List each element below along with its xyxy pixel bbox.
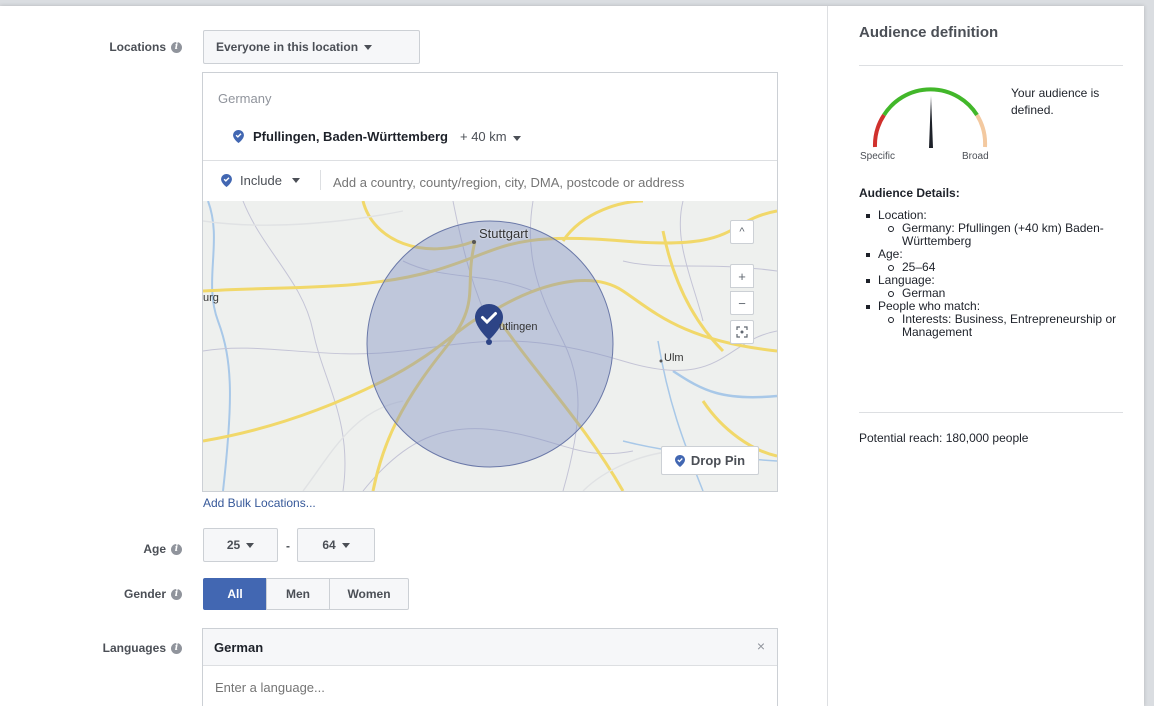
- audience-status: Your audience is defined.: [1011, 86, 1100, 117]
- languages-box: German ×: [202, 628, 778, 706]
- audience-details-title: Audience Details:: [859, 186, 960, 200]
- chevron-down-icon: [246, 542, 255, 548]
- gender-women-button[interactable]: Women: [329, 578, 409, 610]
- map-label-left-city: urg: [203, 292, 219, 304]
- age-label: Age i: [143, 542, 182, 556]
- divider: [859, 412, 1123, 413]
- zoom-in-button[interactable]: +: [730, 264, 754, 288]
- info-icon[interactable]: i: [171, 543, 182, 555]
- age-min-dropdown[interactable]: 25: [203, 528, 278, 562]
- location-entry[interactable]: Pfullingen, Baden-Württemberg + 40 km: [233, 129, 521, 144]
- location-type-dropdown[interactable]: Everyone in this location: [203, 30, 420, 64]
- gender-label: Gender i: [124, 587, 182, 601]
- add-bulk-locations-link[interactable]: Add Bulk Locations...: [203, 496, 316, 510]
- gauge-left-label: Specific: [860, 151, 896, 162]
- location-pin-icon: [674, 454, 685, 467]
- minus-icon: −: [738, 295, 746, 311]
- map-label-stuttgart: Stuttgart: [479, 226, 529, 241]
- audience-gauge-icon: [872, 87, 988, 148]
- languages-label: Languages i: [103, 641, 182, 655]
- chevron-up-icon: ^: [739, 226, 745, 238]
- language-token: German ×: [203, 629, 777, 666]
- recenter-button[interactable]: [730, 320, 754, 344]
- divider: [203, 160, 777, 161]
- recenter-icon: [736, 326, 748, 338]
- chevron-down-icon: [341, 542, 350, 548]
- country-label: Germany: [218, 91, 272, 106]
- zoom-out-button[interactable]: −: [730, 291, 754, 315]
- locations-label: Locations i: [109, 40, 182, 54]
- chevron-down-icon: [291, 178, 300, 183]
- map[interactable]: Stuttgart utlingen Ulm urg ^ + − Drop Pi…: [203, 201, 777, 491]
- gender-men-button[interactable]: Men: [266, 578, 330, 610]
- plus-icon: +: [738, 268, 746, 284]
- radius-dropdown[interactable]: + 40 km: [460, 129, 521, 144]
- age-max-dropdown[interactable]: 64: [297, 528, 375, 562]
- gender-all-button[interactable]: All: [203, 578, 267, 610]
- location-search-input[interactable]: [331, 169, 765, 195]
- audience-details-list: Location: Germany: Pfullingen (+40 km) B…: [866, 209, 1136, 339]
- include-dropdown[interactable]: Include: [221, 173, 300, 188]
- sidebar-title: Audience definition: [859, 24, 999, 41]
- ad-audience-panel: Locations i Everyone in this location Ge…: [0, 6, 1144, 706]
- chevron-down-icon: [512, 136, 521, 141]
- gauge-right-label: Broad: [962, 151, 989, 162]
- map-collapse-button[interactable]: ^: [730, 220, 754, 244]
- drop-pin-button[interactable]: Drop Pin: [661, 446, 759, 475]
- info-icon[interactable]: i: [171, 642, 182, 654]
- map-label-ulm: Ulm: [664, 352, 684, 364]
- potential-reach: Potential reach: 180,000 people: [859, 431, 1029, 445]
- location-pin-icon: [221, 174, 232, 187]
- divider: [859, 65, 1123, 66]
- chevron-down-icon: [364, 44, 373, 50]
- close-icon[interactable]: ×: [757, 638, 765, 654]
- language-input[interactable]: [213, 675, 757, 699]
- info-icon[interactable]: i: [171, 588, 182, 600]
- age-separator: -: [286, 539, 290, 553]
- location-pin-icon: [233, 130, 244, 143]
- audience-definition-sidebar: Audience definition Specific Broad Your …: [827, 6, 1144, 706]
- location-box: Germany Pfullingen, Baden-Württemberg + …: [202, 72, 778, 492]
- info-icon[interactable]: i: [171, 41, 182, 53]
- map-label-reutlingen: utlingen: [499, 321, 538, 333]
